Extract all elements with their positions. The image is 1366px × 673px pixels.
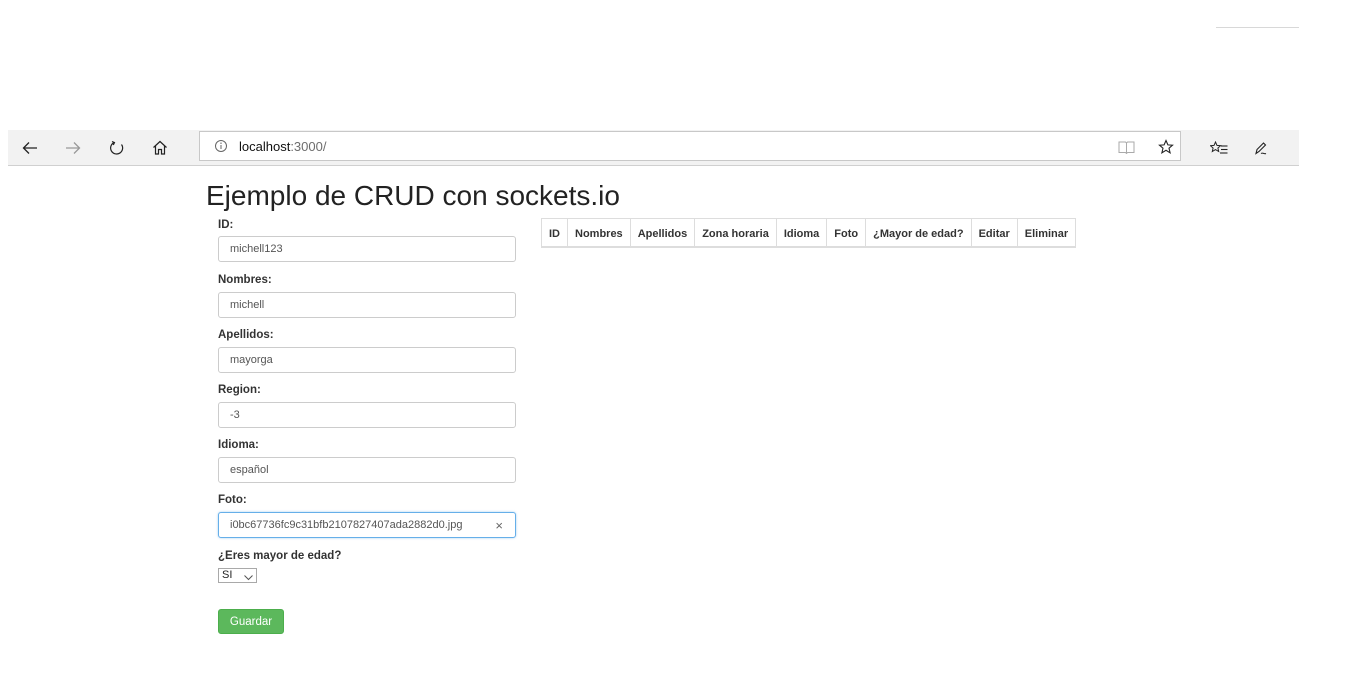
mayor-edad-select[interactable]: SI bbox=[218, 568, 257, 583]
col-header-zona-horaria: Zona horaria bbox=[694, 218, 777, 248]
foto-file-input[interactable]: i0bc67736fc9c31bfb2107827407ada2882d0.jp… bbox=[218, 512, 516, 538]
col-header-foto: Foto bbox=[826, 218, 866, 248]
table-header-row: ID Nombres Apellidos Zona horaria Idioma… bbox=[541, 218, 1077, 248]
col-header-mayor-edad: ¿Mayor de edad? bbox=[865, 218, 972, 248]
page-title: Ejemplo de CRUD con sockets.io bbox=[206, 180, 620, 211]
forward-icon[interactable] bbox=[53, 130, 93, 165]
records-table: ID Nombres Apellidos Zona horaria Idioma… bbox=[541, 218, 1077, 248]
nombres-field[interactable]: michell bbox=[218, 292, 516, 318]
col-header-apellidos: Apellidos bbox=[629, 218, 695, 248]
idioma-label: Idioma: bbox=[218, 439, 259, 451]
browser-toolbar: localhost:3000/ bbox=[8, 130, 1299, 166]
col-header-idioma: Idioma bbox=[775, 218, 827, 248]
favorite-star-icon[interactable] bbox=[1157, 138, 1175, 156]
url-text[interactable]: localhost:3000/ bbox=[239, 139, 326, 154]
foto-label: Foto: bbox=[218, 494, 247, 506]
id-field[interactable]: michell123 bbox=[218, 236, 516, 262]
col-header-nombres: Nombres bbox=[567, 218, 631, 248]
reading-view-icon[interactable] bbox=[1117, 138, 1135, 156]
refresh-icon[interactable] bbox=[97, 130, 137, 165]
home-icon[interactable] bbox=[140, 130, 180, 165]
col-header-editar: Editar bbox=[970, 218, 1018, 248]
address-bar[interactable]: localhost:3000/ bbox=[199, 131, 1181, 161]
url-port-path: :3000/ bbox=[290, 139, 327, 154]
mayor-edad-selected: SI bbox=[222, 569, 233, 581]
mayor-edad-label: ¿Eres mayor de edad? bbox=[218, 550, 342, 562]
info-icon[interactable] bbox=[214, 139, 228, 153]
col-header-id: ID bbox=[541, 218, 568, 248]
apellidos-label: Apellidos: bbox=[218, 329, 274, 341]
foto-file-name: i0bc67736fc9c31bfb2107827407ada2882d0.jp… bbox=[230, 519, 463, 531]
region-field[interactable]: -3 bbox=[218, 402, 516, 428]
favorites-list-icon[interactable] bbox=[1199, 130, 1239, 165]
pen-icon[interactable] bbox=[1243, 130, 1283, 165]
top-divider bbox=[1216, 27, 1299, 28]
region-label: Region: bbox=[218, 384, 261, 396]
chevron-down-icon bbox=[244, 572, 253, 581]
idioma-field[interactable]: español bbox=[218, 457, 516, 483]
apellidos-field[interactable]: mayorga bbox=[218, 347, 516, 373]
nombres-label: Nombres: bbox=[218, 274, 272, 286]
id-label: ID: bbox=[218, 219, 234, 231]
save-button[interactable]: Guardar bbox=[218, 609, 284, 634]
col-header-eliminar: Eliminar bbox=[1016, 218, 1077, 248]
clear-file-icon[interactable]: × bbox=[495, 518, 503, 533]
back-icon[interactable] bbox=[10, 130, 50, 165]
url-host: localhost bbox=[239, 139, 291, 154]
